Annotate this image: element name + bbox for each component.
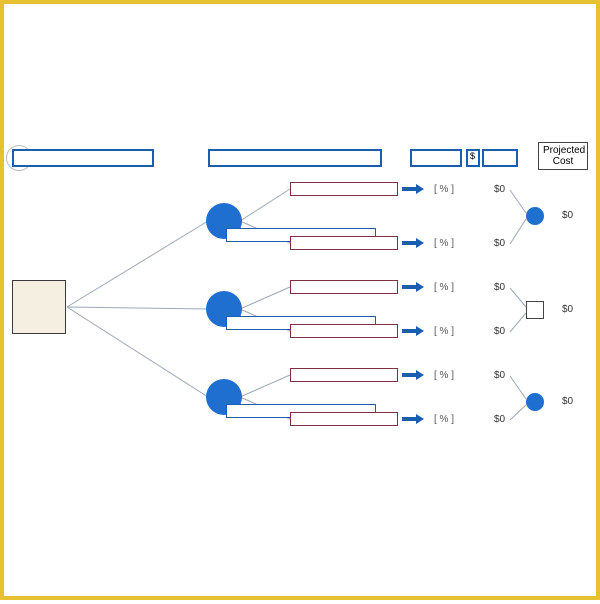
- arrow-icon: [402, 239, 426, 247]
- projected-3: $0: [562, 396, 573, 407]
- diagram-canvas: $ Projected Cost [ % ] [ % ] [ % ] [ % ]…: [4, 4, 596, 596]
- outcome-box-3b[interactable]: [290, 412, 398, 426]
- terminal-node-1: [526, 207, 544, 225]
- pct-3b: [ % ]: [434, 414, 454, 425]
- header-field-alternative[interactable]: [208, 149, 382, 167]
- arrow-icon: [402, 415, 426, 423]
- header-field-decision[interactable]: [12, 149, 154, 167]
- projected-cost-label: Projected Cost: [543, 145, 585, 167]
- arrow-icon: [402, 185, 426, 193]
- currency-label: $: [468, 151, 475, 161]
- cost-2a: $0: [494, 282, 505, 293]
- pct-1b: [ % ]: [434, 238, 454, 249]
- outcome-box-2b[interactable]: [290, 324, 398, 338]
- pct-1a: [ % ]: [434, 184, 454, 195]
- arrow-icon: [402, 327, 426, 335]
- header-field-currency: $: [466, 149, 480, 167]
- pct-2a: [ % ]: [434, 282, 454, 293]
- projected-cost-header: Projected Cost: [538, 142, 588, 170]
- connectors: [4, 4, 600, 604]
- terminal-node-2: [526, 301, 544, 319]
- outcome-box-3a[interactable]: [290, 368, 398, 382]
- header-field-probability[interactable]: [410, 149, 462, 167]
- projected-2: $0: [562, 304, 573, 315]
- pct-3a: [ % ]: [434, 370, 454, 381]
- cost-2b: $0: [494, 326, 505, 337]
- pct-2b: [ % ]: [434, 326, 454, 337]
- cost-1a: $0: [494, 184, 505, 195]
- arrow-icon: [402, 283, 426, 291]
- cost-3a: $0: [494, 370, 505, 381]
- outcome-box-1a[interactable]: [290, 182, 398, 196]
- decision-root[interactable]: [12, 280, 66, 334]
- projected-1: $0: [562, 210, 573, 221]
- cost-1b: $0: [494, 238, 505, 249]
- outcome-box-1b[interactable]: [290, 236, 398, 250]
- header-field-cost[interactable]: [482, 149, 518, 167]
- arrow-icon: [402, 371, 426, 379]
- terminal-node-3: [526, 393, 544, 411]
- cost-3b: $0: [494, 414, 505, 425]
- outcome-box-2a[interactable]: [290, 280, 398, 294]
